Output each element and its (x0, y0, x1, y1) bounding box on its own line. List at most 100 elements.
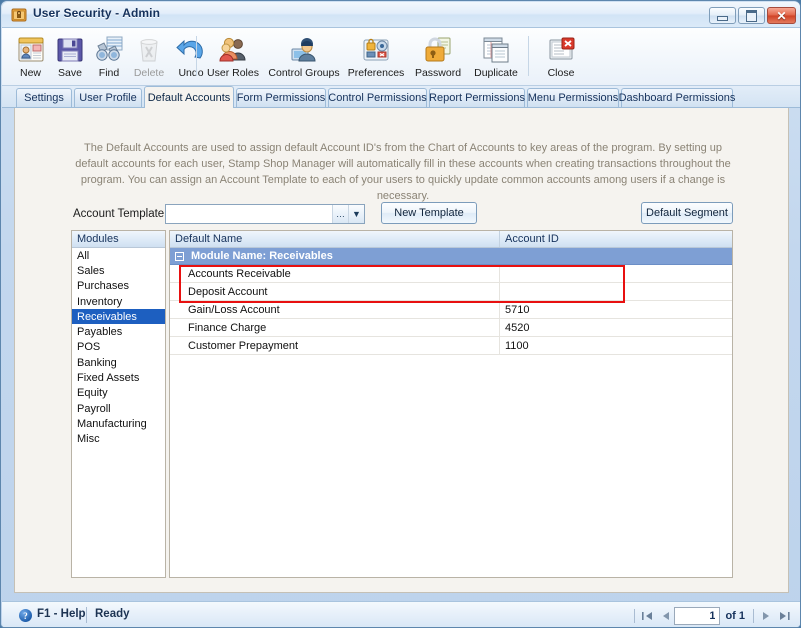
maximize-button[interactable] (738, 7, 765, 24)
module-item-all[interactable]: All (72, 248, 165, 263)
cell-default-name: Deposit Account (170, 283, 500, 300)
default-accounts-panel: The Default Accounts are used to assign … (14, 108, 789, 593)
toolbar-preferences-label: Preferences (347, 67, 405, 79)
tab-strip: Settings User Profile Default Accounts F… (2, 86, 800, 108)
module-item-payroll[interactable]: Payroll (72, 401, 165, 416)
toolbar-duplicate-label: Duplicate (474, 67, 518, 79)
account-template-lookup-button[interactable]: … (332, 205, 348, 223)
table-row[interactable]: Customer Prepayment 1100 (170, 337, 732, 355)
grid-group-label: Module Name: Receivables (191, 250, 333, 262)
padlock-key-icon (422, 34, 454, 66)
pager-separator-right (753, 609, 754, 623)
page-number-input[interactable] (674, 607, 721, 625)
toolbar-user-roles-button[interactable]: User Roles (202, 31, 264, 83)
next-page-icon[interactable] (757, 607, 775, 625)
cell-account-id[interactable]: 1100 (500, 337, 732, 354)
toolbar-close-button[interactable]: Close (537, 31, 585, 83)
grid-column-default-name[interactable]: Default Name (170, 231, 500, 247)
maximize-icon (739, 8, 764, 23)
toolbar-new-button[interactable]: New (12, 31, 49, 83)
cell-account-id[interactable] (500, 283, 732, 300)
cell-account-id[interactable]: 5710 (500, 301, 732, 318)
title-bar: User Security - Admin ✕ (2, 2, 800, 28)
module-item-banking[interactable]: Banking (72, 355, 165, 370)
first-page-icon[interactable] (638, 607, 656, 625)
close-icon: ✕ (776, 8, 787, 23)
module-item-receivables[interactable]: Receivables (72, 309, 165, 325)
default-segment-button[interactable]: Default Segment (641, 202, 733, 224)
modules-list[interactable]: Modules All Sales Purchases Inventory Re… (71, 230, 166, 578)
users-group-icon (217, 34, 249, 66)
toolbar-new-label: New (19, 67, 41, 79)
toolbar-separator-2 (528, 36, 529, 76)
toolbar-control-groups-label: Control Groups (268, 67, 340, 79)
account-template-combo[interactable]: … ▼ (165, 204, 365, 224)
pager-separator-left (634, 609, 636, 623)
module-item-pos[interactable]: POS (72, 340, 165, 355)
account-template-label: Account Template (73, 208, 165, 220)
grid-column-account-id[interactable]: Account ID (500, 231, 732, 247)
cell-account-id[interactable] (500, 265, 732, 282)
grid-header-row: Default Name Account ID (170, 231, 732, 248)
new-template-button[interactable]: New Template (381, 202, 477, 224)
tab-menu-permissions[interactable]: Menu Permissions (527, 88, 619, 107)
cell-account-id[interactable]: 4520 (500, 319, 732, 336)
table-row[interactable]: Finance Charge 4520 (170, 319, 732, 337)
tab-settings[interactable]: Settings (16, 88, 72, 107)
record-pager: of 1 (631, 606, 793, 626)
module-item-fixed-assets[interactable]: Fixed Assets (72, 370, 165, 385)
collapse-group-icon[interactable] (175, 251, 184, 261)
tab-default-accounts[interactable]: Default Accounts (144, 86, 234, 108)
table-row[interactable]: Accounts Receivable (170, 265, 732, 283)
table-row[interactable]: Gain/Loss Account 5710 (170, 301, 732, 319)
recycle-bin-icon (133, 34, 165, 66)
status-bar: ? F1 - Help Ready of 1 (2, 601, 800, 627)
toolbar-preferences-button[interactable]: Preferences (344, 31, 408, 83)
cell-default-name: Gain/Loss Account (170, 301, 500, 318)
module-item-equity[interactable]: Equity (72, 386, 165, 401)
help-question-icon[interactable]: ? (19, 609, 32, 622)
tab-control-permissions[interactable]: Control Permissions (328, 88, 427, 107)
toolbar-delete-label: Delete (133, 67, 165, 79)
module-item-misc[interactable]: Misc (72, 432, 165, 447)
toolbar-find-button[interactable]: Find (91, 31, 127, 83)
close-button[interactable]: ✕ (767, 7, 796, 24)
grid-group-row[interactable]: Module Name: Receivables (170, 248, 732, 265)
toolbar-user-roles-label: User Roles (207, 67, 259, 79)
module-item-manufacturing[interactable]: Manufacturing (72, 416, 165, 431)
window-title: User Security - Admin (33, 6, 161, 20)
help-label[interactable]: F1 - Help (37, 608, 86, 620)
toolbar-delete-button[interactable]: Delete (128, 31, 170, 83)
module-item-payables[interactable]: Payables (72, 324, 165, 339)
toolbar-undo-label: Undo (178, 67, 204, 79)
toolbar-save-button[interactable]: Save (51, 31, 89, 83)
cell-default-name: Accounts Receivable (170, 265, 500, 282)
tab-form-permissions[interactable]: Form Permissions (236, 88, 326, 107)
floppy-disk-icon (54, 34, 86, 66)
previous-page-icon[interactable] (656, 607, 674, 625)
account-template-input[interactable] (166, 205, 332, 223)
user-monitor-icon (288, 34, 320, 66)
minimize-button[interactable] (709, 7, 736, 24)
cell-default-name: Finance Charge (170, 319, 500, 336)
page-total-label: of 1 (725, 610, 745, 622)
toolbar-duplicate-button[interactable]: Duplicate (468, 31, 524, 83)
tab-user-profile[interactable]: User Profile (74, 88, 142, 107)
module-item-inventory[interactable]: Inventory (72, 294, 165, 309)
module-item-purchases[interactable]: Purchases (72, 279, 165, 294)
status-separator (86, 607, 87, 623)
last-page-icon[interactable] (775, 607, 793, 625)
main-toolbar: New Save Find Delete Undo User Roles Con… (2, 28, 800, 86)
toolbar-find-label: Find (98, 67, 120, 79)
chevron-down-icon[interactable]: ▼ (348, 205, 364, 223)
module-item-sales[interactable]: Sales (72, 263, 165, 278)
tab-dashboard-permissions[interactable]: Dashboard Permissions (619, 88, 735, 107)
default-accounts-grid[interactable]: Default Name Account ID Module Name: Rec… (169, 230, 733, 578)
toolbar-password-button[interactable]: Password (410, 31, 466, 83)
modules-list-header: Modules (72, 231, 165, 248)
toolbar-control-groups-button[interactable]: Control Groups (266, 31, 342, 83)
cell-default-name: Customer Prepayment (170, 337, 500, 354)
tab-report-permissions[interactable]: Report Permissions (429, 88, 525, 107)
close-window-icon (545, 34, 577, 66)
table-row[interactable]: Deposit Account (170, 283, 732, 301)
